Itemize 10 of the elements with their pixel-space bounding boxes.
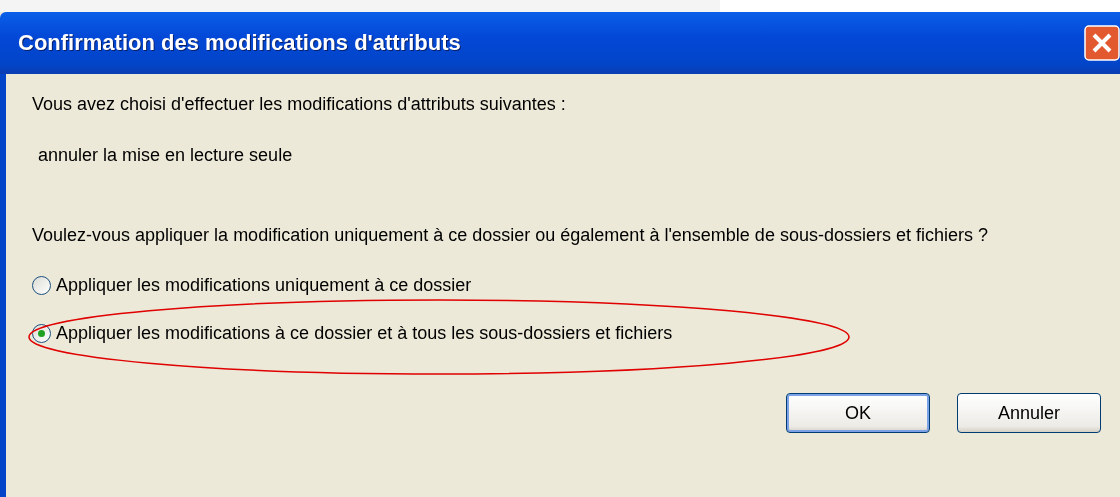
window-title: Confirmation des modifications d'attributs — [18, 30, 461, 56]
message-text: Vous avez choisi d'effectuer les modifications d'attributs suivantes : — [32, 94, 567, 115]
dialog-button[interactable]: Annuler — [957, 393, 1101, 433]
radio-button[interactable] — [32, 275, 51, 295]
option-label[interactable]: Appliquer les modifications uniquement à ce dossier — [56, 274, 472, 296]
change-text: annuler la mise en lecture seule — [38, 145, 294, 166]
question-text: Voulez-vous appliquer la modification uniquement à ce dossier ou également à l'ensemble de sous-dossiers et fichiers ? — [32, 224, 989, 247]
dialog-button[interactable]: OK — [786, 393, 930, 433]
close-icon[interactable] — [1084, 25, 1120, 61]
option-label[interactable]: Appliquer les modifications à ce dossier et à tous les sous-dossiers et fichiers — [56, 322, 673, 344]
